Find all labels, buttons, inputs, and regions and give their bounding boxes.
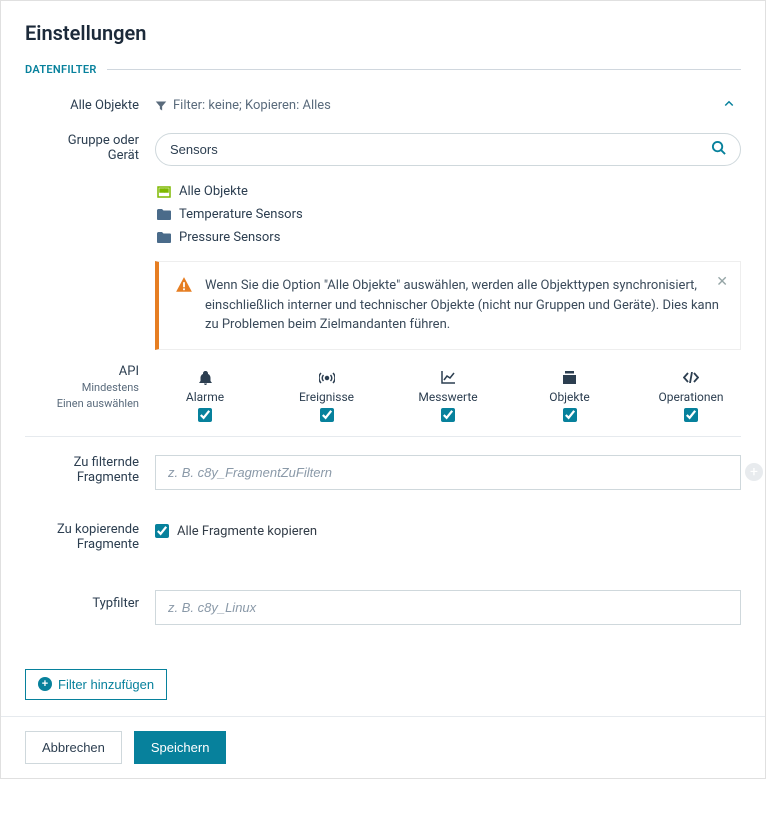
- add-filter-button[interactable]: + Filter hinzufügen: [25, 669, 167, 700]
- chevron-up-icon: [723, 98, 741, 114]
- chart-icon: [441, 370, 455, 386]
- api-checkbox-operations[interactable]: [684, 408, 698, 422]
- api-label: API: [25, 364, 139, 379]
- folder-icon: [155, 232, 173, 243]
- bell-icon: [199, 370, 212, 386]
- footer: Abbrechen Speichern: [1, 716, 765, 778]
- page-title: Einstellungen: [25, 21, 741, 45]
- api-item-operations: Operationen: [651, 370, 731, 422]
- copy-all-checkbox[interactable]: [155, 524, 169, 538]
- api-checkbox-alarms[interactable]: [198, 408, 212, 422]
- object-tree: Alle Objekte Temperature Sensors Pressur…: [155, 180, 741, 249]
- api-item-events: Ereignisse: [287, 370, 367, 422]
- tree-item-label: Pressure Sensors: [179, 230, 280, 245]
- tree-item-label: Temperature Sensors: [179, 207, 303, 222]
- filter-fragments-label: Zu filternde Fragmente: [25, 455, 155, 485]
- filter-fragments-input[interactable]: [155, 455, 741, 490]
- api-grid: Alarme Ereignisse Messwerte: [155, 364, 741, 422]
- api-checkbox-events[interactable]: [320, 408, 334, 422]
- tree-item[interactable]: Pressure Sensors: [155, 226, 741, 249]
- folder-icon: [155, 209, 173, 220]
- api-label-col: API Mindestens Einen auswählen: [25, 364, 155, 413]
- warning-icon: [175, 276, 193, 335]
- copy-all-label: Alle Fragmente kopieren: [177, 524, 317, 539]
- search-icon[interactable]: [711, 140, 726, 159]
- warning-alert: Wenn Sie die Option "Alle Objekte" auswä…: [155, 261, 741, 350]
- plus-icon: +: [38, 677, 52, 691]
- filter-summary-text: Filter: keine; Kopieren: Alles: [173, 98, 331, 113]
- cancel-button[interactable]: Abbrechen: [25, 731, 122, 764]
- search-wrap: [155, 133, 741, 166]
- broadcast-icon: [319, 370, 335, 386]
- section-label: DATENFILTER: [25, 63, 97, 76]
- copy-fragments-label: Zu kopierende Fragmente: [25, 522, 155, 552]
- tree-item-label: Alle Objekte: [179, 184, 248, 199]
- alert-text: Wenn Sie die Option "Alle Objekte" auswä…: [205, 276, 724, 335]
- group-device-label: Gruppe oder Gerät: [25, 133, 155, 163]
- copy-all-toggle[interactable]: Alle Fragmente kopieren: [155, 522, 741, 539]
- close-icon[interactable]: ✕: [716, 272, 728, 293]
- api-item-measurements: Messwerte: [408, 370, 488, 422]
- section-header: DATENFILTER: [25, 63, 741, 76]
- group-all-icon: [155, 186, 173, 198]
- tree-item-all[interactable]: Alle Objekte: [155, 180, 741, 203]
- filter-icon: [155, 100, 167, 112]
- save-button[interactable]: Speichern: [134, 731, 227, 764]
- api-item-objects: Objekte: [530, 370, 610, 422]
- search-input[interactable]: [170, 142, 711, 157]
- typefilter-label: Typfilter: [25, 590, 155, 611]
- code-icon: [683, 370, 699, 386]
- api-item-alarms: Alarme: [165, 370, 245, 422]
- add-fragment-button[interactable]: +: [745, 463, 763, 481]
- add-filter-label: Filter hinzufügen: [58, 677, 154, 692]
- filter-summary-toggle[interactable]: Filter: keine; Kopieren: Alles: [155, 92, 741, 119]
- typefilter-input[interactable]: [155, 590, 741, 625]
- api-checkbox-measurements[interactable]: [441, 408, 455, 422]
- objects-icon: [563, 370, 576, 386]
- tree-item[interactable]: Temperature Sensors: [155, 203, 741, 226]
- api-checkbox-objects[interactable]: [563, 408, 577, 422]
- all-objects-label: Alle Objekte: [25, 92, 155, 113]
